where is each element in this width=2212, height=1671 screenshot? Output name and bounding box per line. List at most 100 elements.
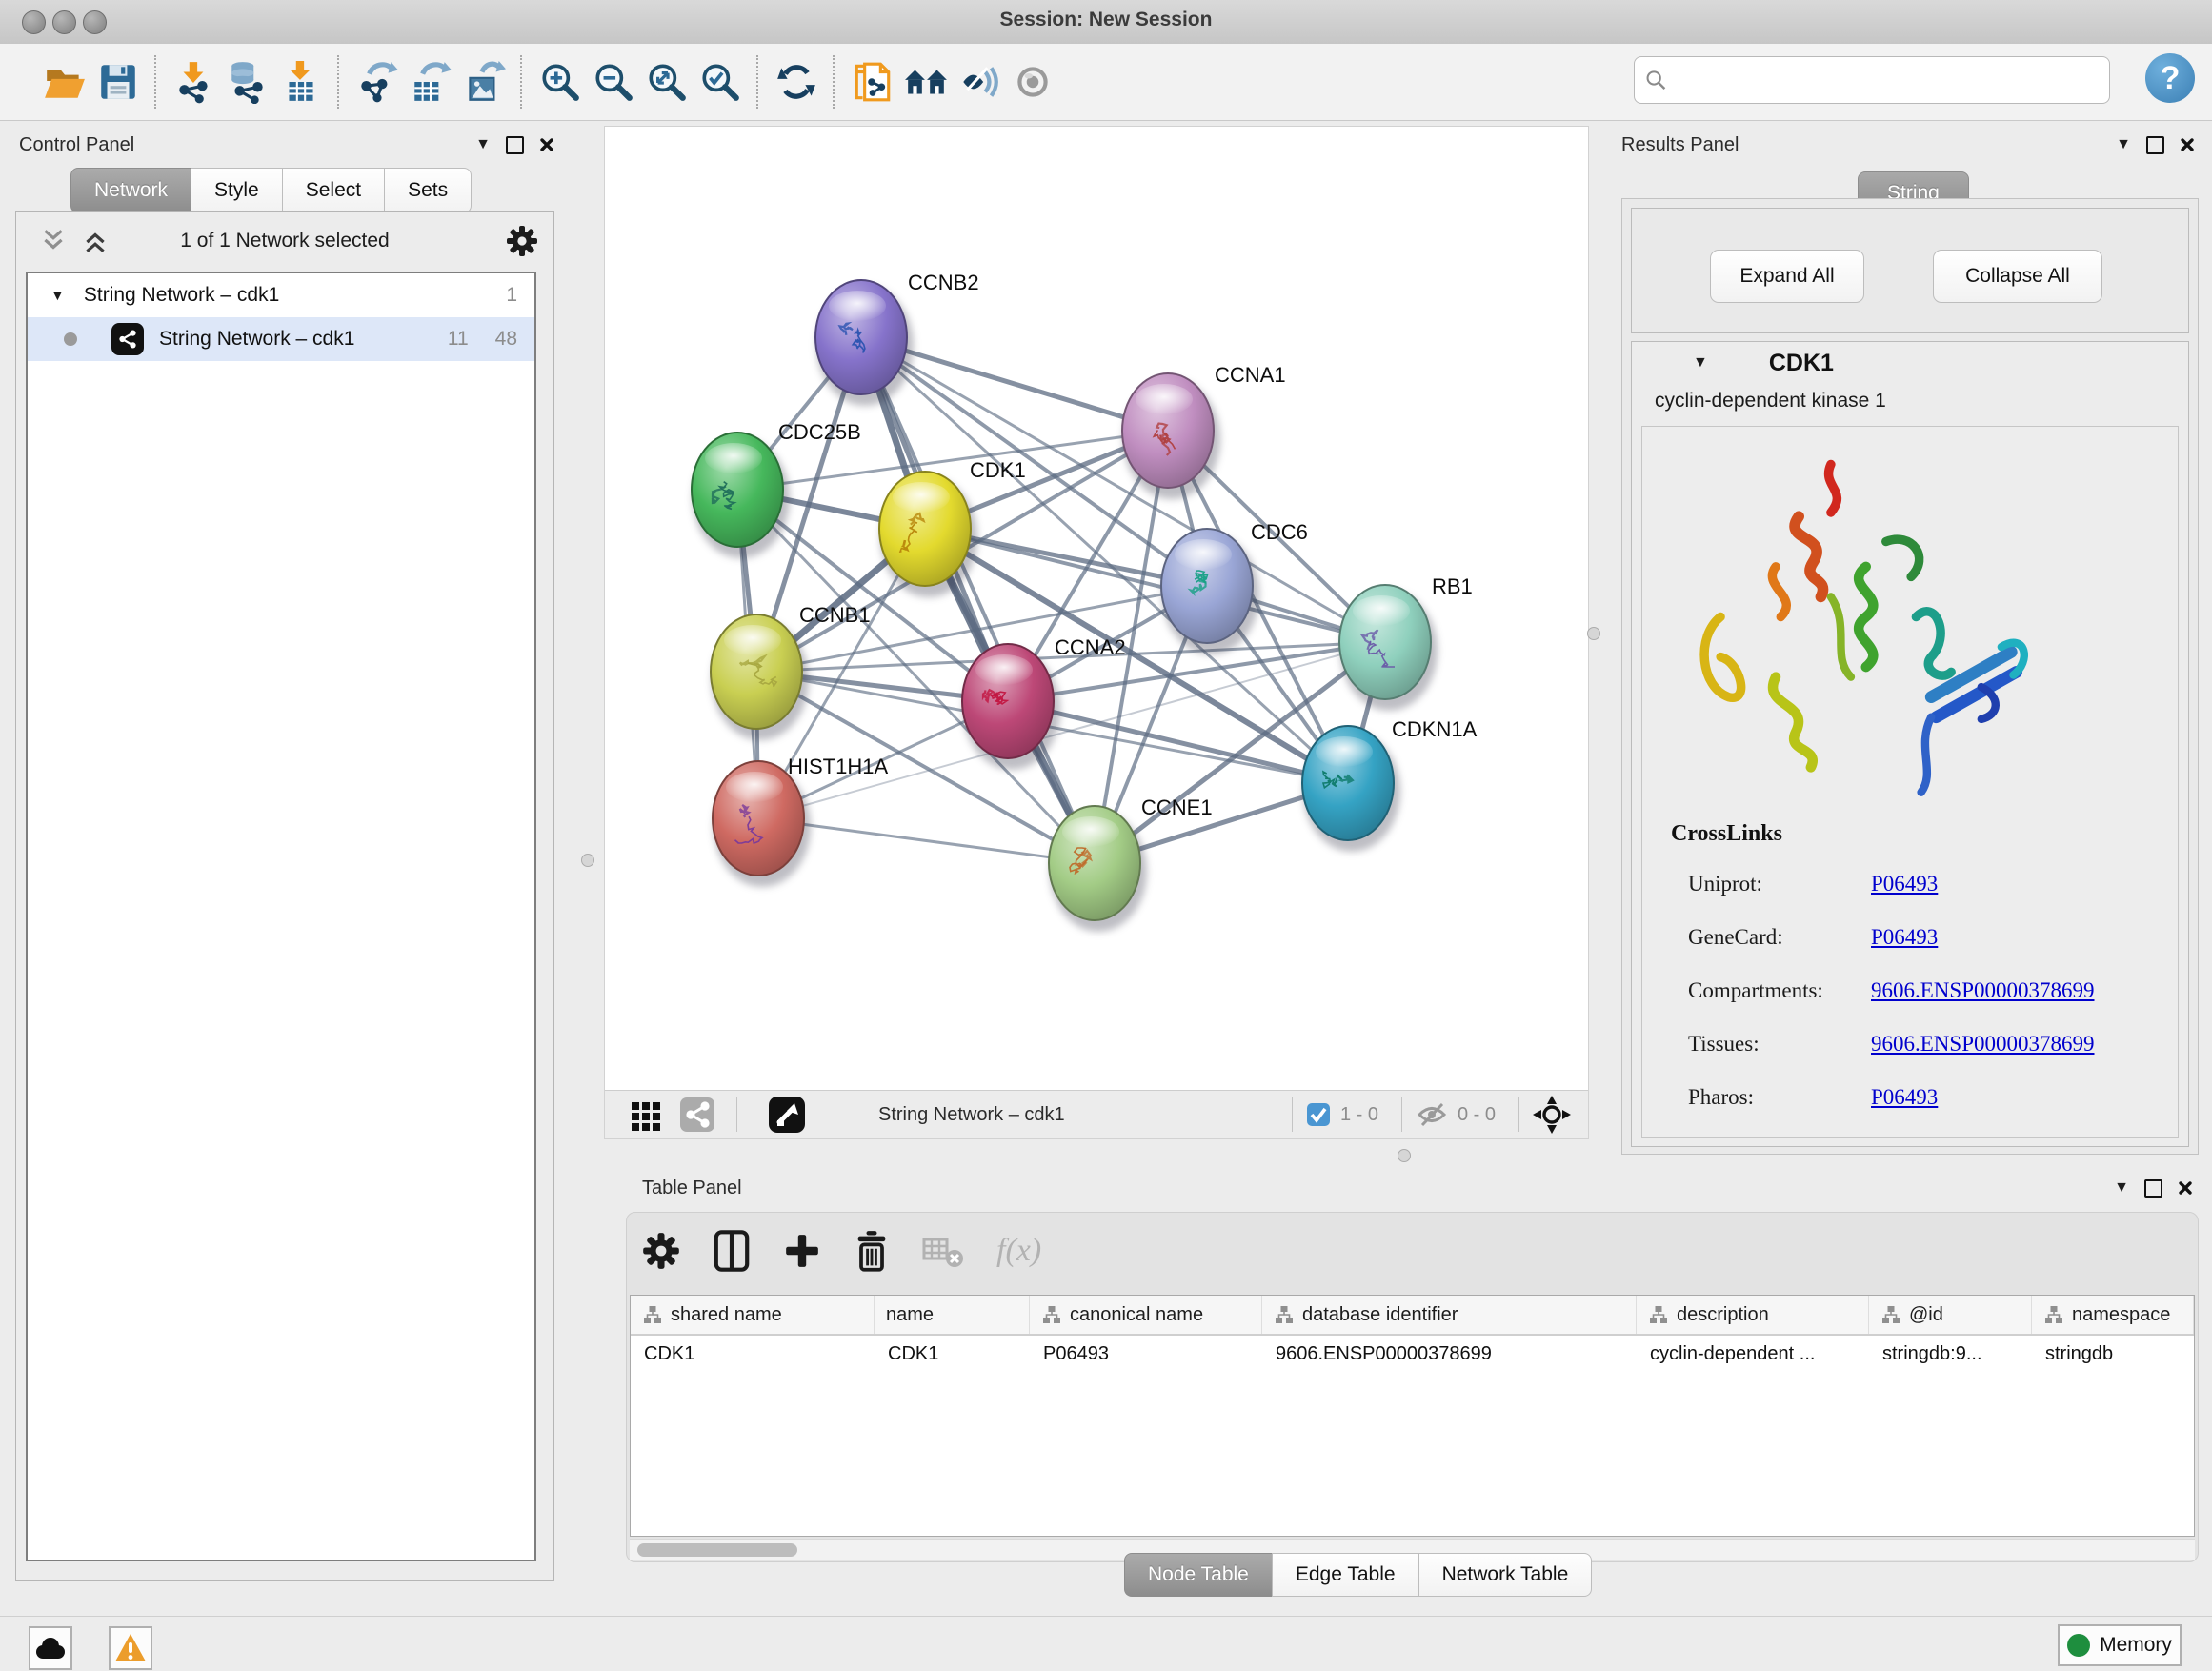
tab-node-table[interactable]: Node Table [1124, 1553, 1272, 1597]
node-CDC6[interactable] [1161, 529, 1259, 654]
show-graphics-button[interactable] [1006, 51, 1059, 112]
cell-canonical-name[interactable]: P06493 [1030, 1336, 1262, 1374]
export-image-button[interactable] [457, 51, 511, 112]
search-input[interactable] [1667, 69, 2100, 92]
save-floppy-icon [96, 60, 140, 104]
open-session-button[interactable] [38, 51, 91, 112]
grid-view-icon[interactable] [630, 1098, 662, 1131]
table-options-gear-icon[interactable] [642, 1232, 680, 1270]
show-columns-icon[interactable] [713, 1230, 751, 1272]
tab-edge-table[interactable]: Edge Table [1272, 1553, 1418, 1597]
node-CCNB2[interactable] [815, 280, 914, 406]
column-header-shared-name[interactable]: shared name [631, 1296, 875, 1334]
node-HIST1H1A[interactable] [713, 761, 811, 887]
string-app-icon [111, 323, 144, 355]
network-collection-row[interactable]: ▼ String Network – cdk1 1 [28, 273, 534, 317]
right-splitter-handle[interactable] [1587, 627, 1600, 640]
table-row[interactable]: CDK1CDK1P064939606.ENSP00000378699cyclin… [631, 1336, 2194, 1374]
refresh-button[interactable] [770, 51, 823, 112]
tab-sets[interactable]: Sets [384, 168, 472, 213]
function-builder-icon[interactable]: f(x) [996, 1233, 1041, 1269]
zoom-fit-button[interactable] [640, 51, 694, 112]
export-network-button[interactable] [351, 51, 404, 112]
close-panel-icon[interactable] [539, 137, 554, 152]
expand-all-button[interactable]: Expand All [1710, 250, 1864, 303]
import-network-from-database-button[interactable] [221, 51, 274, 112]
float-panel-icon[interactable] [506, 136, 524, 154]
column-header-database-identifier[interactable]: database identifier [1262, 1296, 1637, 1334]
tab-select[interactable]: Select [282, 168, 384, 213]
export-table-button[interactable] [404, 51, 457, 112]
save-session-button[interactable] [91, 51, 145, 112]
left-splitter-handle[interactable] [581, 854, 594, 867]
tab-network-table[interactable]: Network Table [1418, 1553, 1593, 1597]
cell-name[interactable]: CDK1 [875, 1336, 1030, 1374]
selected-checkbox-icon[interactable] [1306, 1102, 1331, 1127]
node-CCNA1[interactable] [1122, 373, 1220, 499]
close-panel-icon[interactable] [2178, 1180, 2193, 1196]
node-RB1[interactable] [1339, 585, 1438, 711]
tab-network[interactable]: Network [70, 168, 191, 213]
help-button[interactable]: ? [2145, 53, 2195, 103]
column-label: canonical name [1070, 1304, 1203, 1326]
tab-style[interactable]: Style [191, 168, 282, 213]
gene-description: cyclin-dependent kinase 1 [1655, 390, 1886, 413]
column-header-description[interactable]: description [1637, 1296, 1869, 1334]
zoom-in-button[interactable] [533, 51, 587, 112]
delete-column-icon[interactable] [854, 1230, 890, 1272]
node-CDKN1A[interactable] [1302, 726, 1400, 852]
collapse-all-button[interactable]: Collapse All [1933, 250, 2102, 303]
node-entry-header[interactable]: ▼ CDK1 [1632, 342, 2188, 384]
close-panel-icon[interactable] [2180, 137, 2195, 152]
zoom-selected-button[interactable] [694, 51, 747, 112]
node-CCNB1[interactable] [711, 614, 809, 740]
zoom-out-button[interactable] [587, 51, 640, 112]
memory-button[interactable]: Memory [2058, 1624, 2182, 1666]
column-header-name[interactable]: name [875, 1296, 1030, 1334]
column-header-id[interactable]: @id [1869, 1296, 2032, 1334]
crosslink-link-tissues[interactable]: 9606.ENSP00000378699 [1871, 1032, 2095, 1057]
float-panel-icon[interactable] [2144, 1179, 2162, 1198]
node-CDK1[interactable] [879, 472, 977, 597]
column-header-namespace[interactable]: namespace [2032, 1296, 2194, 1334]
warnings-button[interactable] [109, 1626, 152, 1670]
scrollbar-thumb[interactable] [637, 1543, 797, 1557]
string-style-button[interactable] [953, 51, 1006, 112]
cell-id[interactable]: stringdb:9... [1869, 1336, 2032, 1374]
network-share-icon[interactable] [679, 1097, 715, 1133]
add-column-icon[interactable] [783, 1232, 821, 1270]
share-document-button[interactable] [846, 51, 899, 112]
collapse-all-icon[interactable] [39, 227, 68, 255]
panel-menu-icon[interactable]: ▼ [475, 137, 491, 152]
edge-CCNB2-CCNE1[interactable] [861, 337, 1095, 863]
delete-table-icon[interactable] [922, 1234, 964, 1268]
hidden-eye-slash-icon[interactable] [1416, 1100, 1448, 1129]
cell-namespace[interactable]: stringdb [2032, 1336, 2194, 1374]
node-CCNE1[interactable] [1049, 806, 1147, 932]
cell-description[interactable]: cyclin-dependent ... [1637, 1336, 1869, 1374]
network-row-selected[interactable]: String Network – cdk1 11 48 [28, 317, 534, 361]
crosslink-link-genecard[interactable]: P06493 [1871, 925, 1938, 950]
fit-content-crosshair-icon[interactable] [1533, 1096, 1571, 1134]
node-CCNA2[interactable] [962, 644, 1060, 770]
collection-expand-icon[interactable]: ▼ [50, 289, 65, 303]
panel-menu-icon[interactable]: ▼ [2114, 1180, 2129, 1196]
import-network-from-file-button[interactable] [168, 51, 221, 112]
birdseye-view-icon[interactable] [768, 1096, 806, 1134]
crosslink-link-pharos[interactable]: P06493 [1871, 1085, 1938, 1110]
network-canvas[interactable]: CCNB2CCNA1CDC25BCDK1CDC6RB1CCNB1CCNA2CDK… [605, 127, 1588, 1091]
cell-database-identifier[interactable]: 9606.ENSP00000378699 [1262, 1336, 1637, 1374]
search-box[interactable] [1634, 56, 2110, 104]
crosslink-link-uniprot[interactable]: P06493 [1871, 872, 1938, 896]
cloud-button[interactable] [29, 1626, 72, 1670]
float-panel-icon[interactable] [2146, 136, 2164, 154]
panel-menu-icon[interactable]: ▼ [2116, 137, 2131, 152]
cell-shared-name[interactable]: CDK1 [631, 1336, 875, 1374]
string-home-button[interactable] [899, 51, 953, 112]
import-table-from-file-button[interactable] [274, 51, 328, 112]
node-CDC25B[interactable] [692, 433, 790, 558]
bottom-splitter-handle[interactable] [1398, 1149, 1411, 1162]
crosslink-link-compartments[interactable]: 9606.ENSP00000378699 [1871, 978, 2095, 1003]
column-header-canonical-name[interactable]: canonical name [1030, 1296, 1262, 1334]
entry-collapse-icon[interactable]: ▼ [1693, 355, 1708, 371]
